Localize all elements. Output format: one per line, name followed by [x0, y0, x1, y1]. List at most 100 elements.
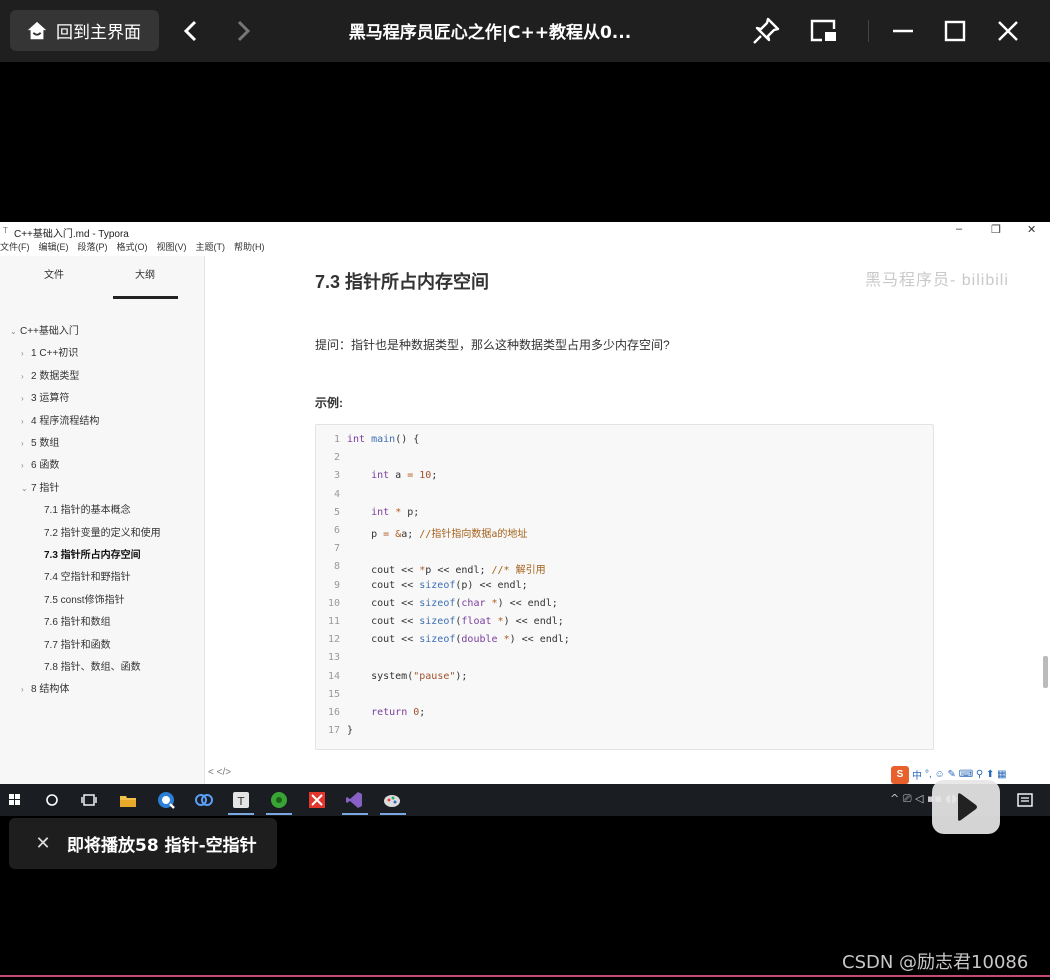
ime-tools-icons[interactable]: °, ☺ ✎ ⌨ ⚲ ⬆ ▦ [925, 769, 1007, 780]
paint-icon[interactable] [381, 789, 403, 811]
outline-item[interactable]: 7.7 指针和函数 [44, 636, 111, 651]
menu-item[interactable]: 文件(F) [0, 240, 30, 256]
visual-studio-icon[interactable] [343, 789, 365, 811]
chevron-right-icon[interactable]: › [21, 685, 31, 694]
chevron-right-icon[interactable]: › [21, 349, 31, 358]
outline-item[interactable]: › 1 C++初识 [21, 344, 78, 359]
typora-minimize-icon[interactable]: – [956, 223, 962, 235]
line-number: 17 [327, 725, 340, 737]
toast-close-icon[interactable]: ✕ [23, 833, 63, 854]
line-number: 13 [327, 652, 340, 664]
typora-close-icon[interactable]: ✕ [1027, 223, 1036, 236]
windows-taskbar: T ^ ⎚ ◁ ▪▪ ◖◗ [0, 784, 1050, 816]
code-line: 6 p = &a; //指针指向数据a的地址 [316, 525, 527, 543]
code-line: 17} [316, 725, 353, 743]
green-app-icon[interactable] [268, 789, 290, 811]
svg-text:T: T [237, 795, 245, 808]
chevron-down-icon[interactable]: ⌄ [10, 327, 20, 336]
menu-item[interactable]: 格式(O) [117, 240, 148, 256]
minimize-icon[interactable] [887, 15, 919, 47]
code-line: 12 cout << sizeof(double *) << endl; [316, 634, 570, 652]
outline-item[interactable]: 7.1 指针的基本概念 [44, 501, 131, 516]
code-line: 7 [316, 543, 340, 561]
editor-pane: 黑马程序员- bilibili 7.3 指针所占内存空间 提问：指针也是种数据类… [205, 256, 1050, 784]
outline-item-label: 7.1 指针的基本概念 [44, 505, 131, 517]
typora-app-icon: T [3, 226, 8, 235]
windows-start-icon[interactable] [4, 789, 26, 811]
code-block[interactable]: 1 int main() {2 3 int a = 10; 4 5 int * p; 6 … [315, 424, 934, 750]
baidu-netdisk-icon[interactable] [193, 789, 215, 811]
outline-item[interactable]: › 3 运算符 [21, 389, 69, 404]
play-button[interactable] [932, 780, 1000, 834]
code-line: 9 cout << sizeof(p) << endl; [316, 580, 528, 598]
outline-item[interactable]: › 2 数据类型 [21, 367, 79, 382]
back-arrow-icon[interactable] [176, 16, 206, 46]
chevron-right-icon[interactable]: › [21, 372, 31, 381]
ime-language[interactable]: 中 [912, 767, 922, 782]
player-title: 黑马程序员匠心之作|C++教程从0... [348, 23, 632, 43]
outline-item[interactable]: 7.2 指针变量的定义和使用 [44, 524, 161, 539]
editor-scrollbar[interactable] [1043, 656, 1048, 688]
code-text: p = &a; //指针指向数据a的地址 [347, 529, 528, 540]
outline-item[interactable]: 7.5 const修饰指针 [44, 591, 125, 606]
line-number: 10 [327, 597, 340, 609]
search-icon[interactable] [41, 789, 63, 811]
chevron-down-icon[interactable]: ⌄ [21, 484, 31, 493]
mini-window-icon[interactable] [808, 15, 840, 47]
outline-item[interactable]: › 4 程序流程结构 [21, 412, 99, 427]
running-app-indicator [380, 813, 406, 815]
chevron-right-icon[interactable]: › [21, 439, 31, 448]
menu-item[interactable]: 帮助(H) [234, 240, 265, 256]
outline-item[interactable]: › 5 数组 [21, 434, 59, 449]
line-number: 4 [333, 488, 340, 500]
menu-item[interactable]: 主题(T) [196, 240, 226, 256]
typora-menu-bar: 文件(F) 编辑(E) 段落(P) 格式(O) 视图(V) 主题(T) 帮助(H) [0, 240, 274, 256]
maximize-icon[interactable] [939, 15, 971, 47]
notification-center-icon[interactable] [1014, 789, 1036, 811]
typora-taskbar-icon[interactable]: T [230, 789, 252, 811]
outline-item[interactable]: › 8 结构体 [21, 680, 69, 695]
forward-arrow-icon[interactable] [228, 16, 258, 46]
outline-item-label: 7.6 指针和数组 [44, 617, 111, 629]
outline-item[interactable]: 7.6 指针和数组 [44, 613, 111, 628]
close-icon[interactable] [992, 15, 1024, 47]
tab-outline[interactable]: 大纲 [135, 266, 155, 281]
line-number: 11 [327, 616, 340, 627]
menu-item[interactable]: 编辑(E) [39, 240, 69, 256]
active-tab-indicator [113, 296, 178, 299]
outline-item[interactable]: 7.3 指针所占内存空间 [44, 546, 141, 561]
tab-files[interactable]: 文件 [44, 266, 64, 281]
outline-sidebar: 文件 大纲 ⌄ C++基础入门 › 1 C++初识 › 2 数据类型 › 3 运算符 › 4 程序… [0, 256, 205, 784]
line-number: 3 [333, 470, 340, 482]
toolbar-separator [868, 20, 869, 42]
code-line: 5 int * p; [316, 507, 419, 525]
outline-item[interactable]: › 6 函数 [21, 456, 59, 471]
home-button[interactable]: 回到主界面 [10, 10, 159, 51]
typora-title-bar: T C++基础入门.md - Typora – ❐ ✕ [0, 222, 1050, 240]
sogou-ime-icon[interactable]: S [891, 765, 909, 784]
code-text: cout << sizeof(char *) << endl; [347, 597, 558, 609]
menu-item[interactable]: 视图(V) [157, 240, 187, 256]
line-number: 14 [327, 670, 340, 682]
typora-restore-icon[interactable]: ❐ [991, 223, 1001, 236]
outline-item-label: 1 C++初识 [31, 348, 79, 360]
task-view-icon[interactable] [78, 789, 100, 811]
outline-item-label: 7.8 指针、数组、函数 [44, 662, 141, 673]
chevron-right-icon[interactable]: › [21, 461, 31, 470]
code-line: 14 system("pause"); [316, 670, 467, 689]
chevron-right-icon[interactable]: › [21, 417, 31, 426]
outline-item[interactable]: ⌄ C++基础入门 [10, 322, 79, 337]
outline-item[interactable]: 7.8 指针、数组、函数 [44, 658, 141, 673]
chevron-right-icon[interactable]: › [21, 394, 31, 403]
editor-footer-controls[interactable]: < </> [208, 767, 231, 778]
pin-icon[interactable] [750, 15, 782, 47]
xmind-icon[interactable] [306, 789, 328, 811]
browser-icon[interactable] [155, 789, 177, 811]
active-app-indicator [228, 813, 254, 815]
file-explorer-icon[interactable] [117, 789, 139, 811]
menu-item[interactable]: 段落(P) [78, 240, 108, 256]
outline-item[interactable]: ⌄ 7 指针 [21, 479, 59, 494]
outline-item[interactable]: 7.4 空指针和野指针 [44, 568, 131, 583]
code-line: 3 int a = 10; [316, 470, 437, 488]
line-number: 15 [327, 688, 340, 700]
